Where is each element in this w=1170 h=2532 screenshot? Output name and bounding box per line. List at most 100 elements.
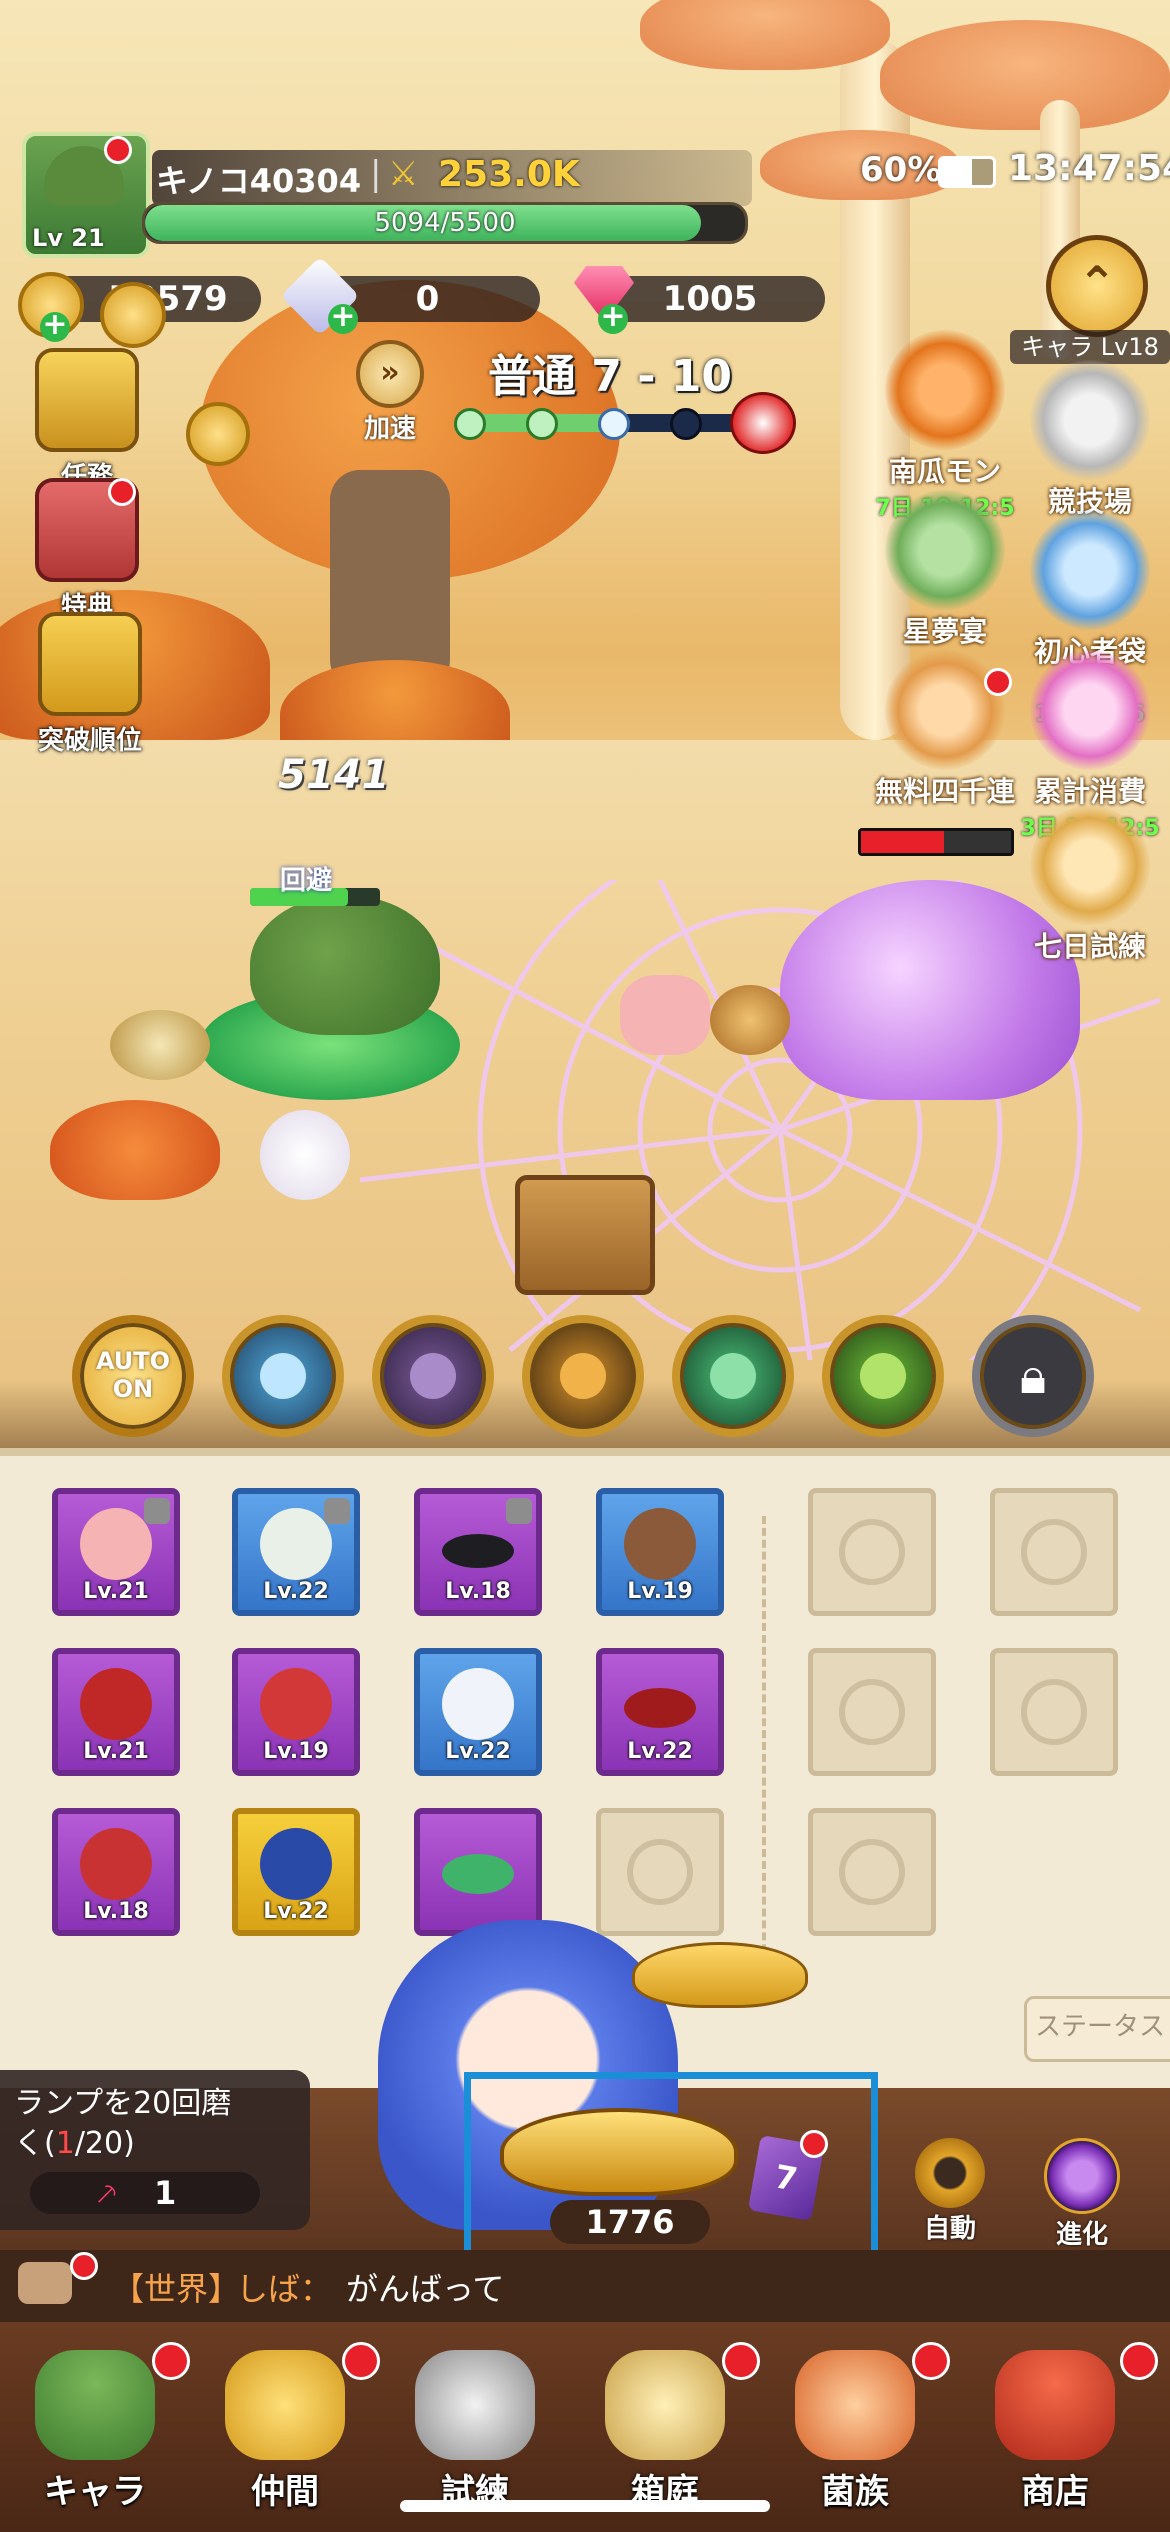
equip-slot-white-wing[interactable]: Lv.22 <box>414 1648 542 1776</box>
skill-slot-5[interactable] <box>822 1315 944 1437</box>
star-dream-label: 星夢宴 <box>902 615 987 648</box>
skill-slot-3[interactable] <box>522 1315 644 1437</box>
nav-shop-label: 商店 <box>1021 2472 1089 2512</box>
equip-slot-blue-crown[interactable]: Lv.22 <box>232 1808 360 1936</box>
evolve-button[interactable]: 進化 <box>1032 2138 1132 2251</box>
empty-slot-boots[interactable] <box>596 1808 724 1936</box>
quest-box[interactable]: ランプを20回磨 く(1/20) ⸕ 1 <box>0 2070 310 2230</box>
status-label: ステータス <box>1034 2012 1165 2042</box>
lock-icon <box>506 1498 532 1524</box>
chick-pet <box>260 1110 350 1200</box>
missions-button[interactable]: 任務 <box>32 348 142 493</box>
equip-slot-crown[interactable]: Lv.22 <box>596 1648 724 1776</box>
skull-banner-icon <box>795 2350 915 2460</box>
mask-slot-icon <box>839 1839 905 1905</box>
red-hat-icon <box>260 1668 332 1740</box>
equip-slot-horn-helmet[interactable]: Lv.19 <box>596 1488 724 1616</box>
collapse-menu-button[interactable]: ⌃ <box>1046 235 1148 337</box>
player-info-bar: キノコ40304 | ⚔ 253.0K <box>152 150 752 206</box>
hexagram-slot-icon <box>1021 1519 1087 1585</box>
quest-text: ランプを20回磨 く(1/20) <box>14 2084 231 2164</box>
nav-shop[interactable]: 商店 <box>970 2342 1140 2522</box>
evolve-label: 進化 <box>1055 2220 1108 2250</box>
skill-spirit-icon <box>710 1353 756 1399</box>
equip-level: Lv.21 <box>83 1579 149 1604</box>
chat-notify-dot <box>70 2252 98 2280</box>
skill-vine-icon <box>860 1353 906 1399</box>
ranking-button[interactable]: 突破順位 <box>20 612 160 757</box>
lock-icon <box>324 1498 350 1524</box>
add-diamonds-icon[interactable]: + <box>328 302 358 334</box>
empty-slot-mask[interactable] <box>808 1808 936 1936</box>
skill-slot-1[interactable] <box>222 1315 344 1437</box>
pickaxe-icon: ⸕ <box>94 2173 120 2213</box>
stage-node <box>454 408 486 440</box>
chat-bar[interactable]: 【世界】 しば： がんばって <box>0 2250 1170 2322</box>
player-name: キノコ40304 <box>156 162 362 200</box>
avatar-notify-dot <box>104 136 132 164</box>
fox-pet <box>50 1100 220 1200</box>
equip-slot-onigiri[interactable]: Lv.22 <box>232 1488 360 1616</box>
floating-coin-icon[interactable] <box>186 402 250 466</box>
empty-slot-ring[interactable] <box>990 1648 1118 1776</box>
nav-clan-label: 菌族 <box>821 2472 889 2512</box>
pig-icon <box>80 1508 152 1580</box>
nav-notify-dot <box>912 2342 950 2380</box>
auto-skill-button[interactable]: AUTO ON <box>72 1315 194 1437</box>
nav-notify-dot <box>152 2342 190 2380</box>
empty-slot-shield[interactable] <box>808 1488 936 1616</box>
lock-icon: 🔒︎ <box>1019 1347 1047 1405</box>
empty-slot-star[interactable] <box>990 1488 1118 1616</box>
add-coins-icon[interactable]: + <box>40 310 70 342</box>
treasure-chest[interactable] <box>515 1175 655 1295</box>
snail-pet <box>110 1010 210 1080</box>
fast-forward-icon: » <box>356 340 424 408</box>
speed-up-button[interactable]: » 加速 <box>340 340 440 445</box>
power-swords-icon: ⚔ <box>388 154 419 194</box>
pig-creature <box>620 975 710 1055</box>
exp-bar: 5094/5500 <box>142 202 748 244</box>
nav-notify-dot <box>722 2342 760 2380</box>
panel-divider <box>762 1516 770 1976</box>
mushroom-hero <box>250 895 440 1035</box>
equip-level: Lv.19 <box>627 1579 693 1604</box>
equip-slot-red-armor[interactable]: Lv.18 <box>52 1808 180 1936</box>
nav-companions-label: 仲間 <box>251 2472 319 2512</box>
skill-slot-4[interactable] <box>672 1315 794 1437</box>
equip-level: Lv.22 <box>263 1899 329 1924</box>
nav-trials[interactable]: 試練 <box>390 2342 560 2522</box>
skill-fire-icon <box>560 1353 606 1399</box>
gift-box-icon <box>1030 650 1150 770</box>
star-dream-button[interactable]: 星夢宴 <box>870 490 1020 650</box>
equip-slot-glasses[interactable]: Lv.18 <box>414 1488 542 1616</box>
chat-message: がんばって <box>346 2270 505 2308</box>
frog-icon <box>885 490 1005 610</box>
exp-text: 5094/5500 <box>374 208 516 238</box>
battery-icon <box>938 156 996 188</box>
auto-rub-button[interactable]: 自動 <box>900 2138 1000 2245</box>
equip-level: Lv.18 <box>83 1899 149 1924</box>
equip-slot-pig[interactable]: Lv.21 <box>52 1488 180 1616</box>
swords-icon <box>415 2350 535 2460</box>
spend-reward-label: 累計消費 <box>1033 775 1146 808</box>
equip-slot-red-hat[interactable]: Lv.19 <box>232 1648 360 1776</box>
status-button[interactable]: ステータス <box>1024 1996 1170 2062</box>
auto-skill-label: AUTO ON <box>95 1347 171 1403</box>
stage-node <box>526 408 558 440</box>
empty-slot-wing[interactable] <box>808 1648 936 1776</box>
equip-slot-armor[interactable]: Lv.21 <box>52 1648 180 1776</box>
nav-character-label: キャラ <box>44 2472 146 2512</box>
seven-day-button[interactable]: 七日試練 <box>1015 805 1165 965</box>
shield-slot-icon <box>839 1519 905 1585</box>
skill-slot-2[interactable] <box>372 1315 494 1437</box>
arena-button[interactable]: 競技場 <box>1015 360 1165 520</box>
add-gems-icon[interactable]: + <box>598 302 628 334</box>
paw-icon <box>225 2350 345 2460</box>
stage-progress-track <box>454 408 742 440</box>
equip-slot-leaf[interactable] <box>414 1808 542 1936</box>
skill-slot-locked[interactable]: 🔒︎ <box>972 1315 1094 1437</box>
coin-icon <box>100 282 166 348</box>
wing-slot-icon <box>839 1679 905 1745</box>
clock: 13:47:54 <box>1008 148 1170 189</box>
ring-slot-icon <box>1021 1679 1087 1745</box>
